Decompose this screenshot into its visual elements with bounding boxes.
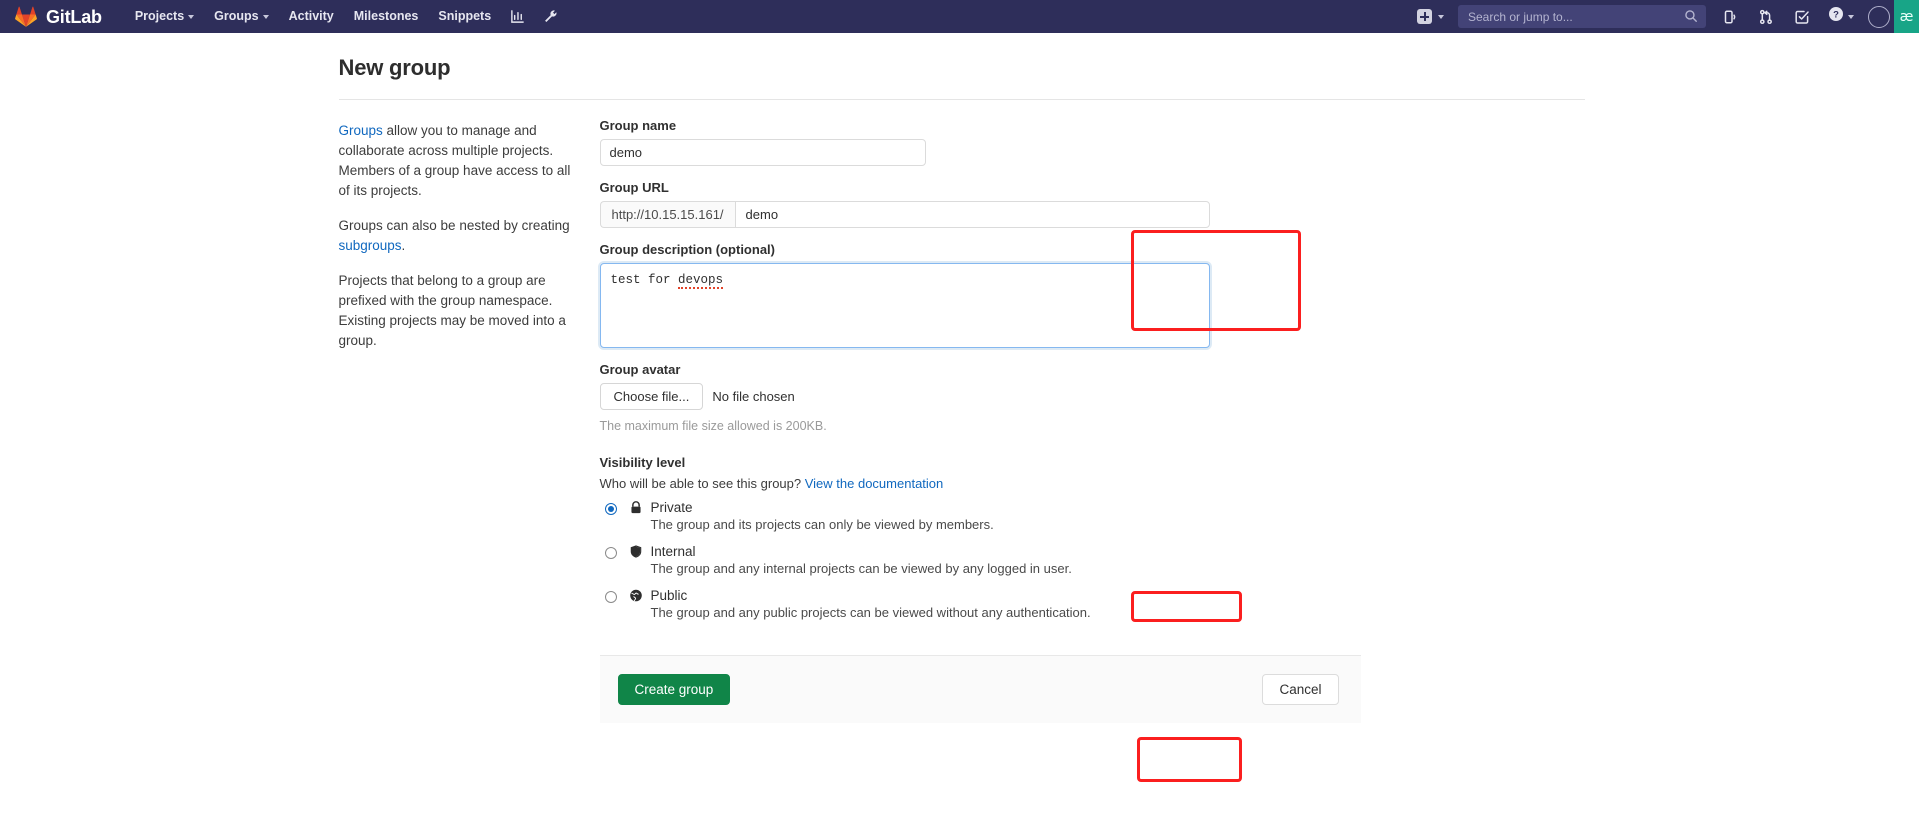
merge-requests-icon[interactable]: [1748, 0, 1784, 33]
radio-private[interactable]: [605, 503, 617, 515]
group-url-input-group: http://10.15.15.161/: [600, 201, 1210, 228]
page-title: New group: [339, 55, 1585, 81]
chevron-down-icon: [263, 15, 269, 19]
form-actions-bar: Create group Cancel: [600, 655, 1361, 723]
gitlab-tanuki-icon: [15, 6, 37, 27]
nav-item-groups-label: Groups: [214, 0, 258, 33]
ime-indicator-badge: æ: [1894, 0, 1919, 33]
navbar-right-section: ? æ: [1409, 0, 1919, 33]
visibility-public-body: Public The group and any public projects…: [629, 588, 1091, 629]
primary-nav: Projects Groups Activity Milestones Snip…: [125, 0, 567, 33]
visibility-field-group: Visibility level Who will be able to see…: [600, 455, 1555, 629]
help-circle-icon: ?: [1828, 6, 1844, 27]
intro-paragraph-2: Groups can also be nested by creating su…: [339, 216, 572, 256]
visibility-private-description: The group and its projects can only be v…: [651, 517, 994, 532]
lock-icon: [629, 500, 643, 515]
gitlab-home-link[interactable]: GitLab: [10, 0, 107, 33]
create-group-button[interactable]: Create group: [618, 674, 731, 705]
nav-item-snippets-label: Snippets: [438, 0, 491, 33]
view-documentation-link[interactable]: View the documentation: [805, 476, 944, 491]
visibility-option-public[interactable]: Public The group and any public projects…: [600, 588, 1555, 629]
search-input[interactable]: [1458, 5, 1706, 28]
nav-item-groups[interactable]: Groups: [204, 0, 278, 33]
visibility-question-text: Who will be able to see this group?: [600, 476, 805, 491]
visibility-option-internal[interactable]: Internal The group and any internal proj…: [600, 544, 1555, 585]
group-url-input[interactable]: [735, 201, 1210, 228]
visibility-internal-description: The group and any internal projects can …: [651, 561, 1072, 576]
description-text-part-2: for: [648, 273, 678, 287]
new-group-form: Group name Group URL http://10.15.15.161…: [600, 118, 1555, 723]
cancel-button[interactable]: Cancel: [1262, 674, 1338, 705]
file-upload-row: Choose file... No file chosen: [600, 383, 1555, 410]
chevron-down-icon: [1438, 15, 1444, 19]
radio-public[interactable]: [605, 591, 617, 603]
chevron-down-icon: [188, 15, 194, 19]
group-name-field-group: Group name: [600, 118, 1555, 166]
visibility-option-private[interactable]: Private The group and its projects can o…: [600, 500, 1555, 541]
group-url-field-group: Group URL http://10.15.15.161/: [600, 180, 1555, 228]
group-url-label: Group URL: [600, 180, 1555, 195]
chevron-down-icon: [1848, 15, 1854, 19]
groups-link[interactable]: Groups: [339, 123, 383, 138]
user-avatar[interactable]: [1868, 6, 1890, 28]
subgroups-link[interactable]: subgroups: [339, 238, 402, 253]
new-item-dropdown[interactable]: [1409, 0, 1452, 33]
group-name-label: Group name: [600, 118, 1555, 133]
group-avatar-field-group: Group avatar Choose file... No file chos…: [600, 362, 1555, 433]
visibility-private-head: Private: [629, 500, 994, 515]
plus-square-icon: [1417, 9, 1432, 24]
nav-item-activity-label: Activity: [289, 0, 334, 33]
visibility-question: Who will be able to see this group? View…: [600, 476, 1555, 491]
visibility-internal-name: Internal: [651, 544, 696, 559]
shield-icon: [629, 544, 643, 559]
visibility-public-name: Public: [651, 588, 688, 603]
intro-paragraph-1: Groups allow you to manage and collabora…: [339, 121, 572, 201]
brand-name: GitLab: [46, 8, 102, 26]
intro-paragraph-2-post: .: [402, 238, 406, 253]
nav-item-milestones-label: Milestones: [354, 0, 419, 33]
visibility-public-description: The group and any public projects can be…: [651, 605, 1091, 620]
new-group-layout: Groups allow you to manage and collabora…: [335, 118, 1585, 723]
intro-column: Groups allow you to manage and collabora…: [335, 118, 600, 366]
nav-item-projects[interactable]: Projects: [125, 0, 204, 33]
intro-paragraph-3: Projects that belong to a group are pref…: [339, 271, 572, 351]
group-description-label: Group description (optional): [600, 242, 1555, 257]
visibility-level-label: Visibility level: [600, 455, 1555, 470]
group-description-field-group: Group description (optional) test for de…: [600, 242, 1555, 348]
radio-internal[interactable]: [605, 547, 617, 559]
content-container: New group Groups allow you to manage and…: [335, 33, 1585, 723]
page-body: New group Groups allow you to manage and…: [0, 33, 1919, 723]
visibility-private-body: Private The group and its projects can o…: [629, 500, 994, 541]
nav-item-activity[interactable]: Activity: [279, 0, 344, 33]
description-text-misspelled: devops: [678, 273, 723, 289]
top-navbar: GitLab Projects Groups Activity Mileston…: [0, 0, 1919, 33]
visibility-internal-head: Internal: [629, 544, 1072, 559]
svg-text:?: ?: [1833, 10, 1839, 21]
todos-icon[interactable]: [1784, 0, 1820, 33]
group-url-prefix: http://10.15.15.161/: [600, 201, 735, 228]
visibility-internal-body: Internal The group and any internal proj…: [629, 544, 1072, 585]
analytics-chart-icon[interactable]: [501, 0, 534, 33]
description-text-part-1: test: [611, 273, 649, 287]
globe-icon: [629, 588, 643, 603]
group-avatar-label: Group avatar: [600, 362, 1555, 377]
nav-item-milestones[interactable]: Milestones: [344, 0, 429, 33]
group-name-input[interactable]: [600, 139, 926, 166]
help-dropdown[interactable]: ?: [1820, 0, 1862, 33]
create-group-highlight: [1137, 737, 1242, 782]
group-description-textarea[interactable]: test for devops: [600, 263, 1210, 348]
title-divider: [339, 99, 1585, 100]
nav-item-snippets[interactable]: Snippets: [428, 0, 501, 33]
visibility-private-name: Private: [651, 500, 693, 515]
file-chosen-status: No file chosen: [712, 389, 794, 404]
nav-item-projects-label: Projects: [135, 0, 184, 33]
avatar-size-hint: The maximum file size allowed is 200KB.: [600, 419, 1555, 433]
visibility-public-head: Public: [629, 588, 1091, 603]
wrench-admin-icon[interactable]: [534, 0, 567, 33]
intro-paragraph-2-pre: Groups can also be nested by creating: [339, 218, 570, 233]
issues-icon[interactable]: [1712, 0, 1748, 33]
global-search[interactable]: [1458, 5, 1706, 28]
choose-file-button[interactable]: Choose file...: [600, 383, 704, 410]
